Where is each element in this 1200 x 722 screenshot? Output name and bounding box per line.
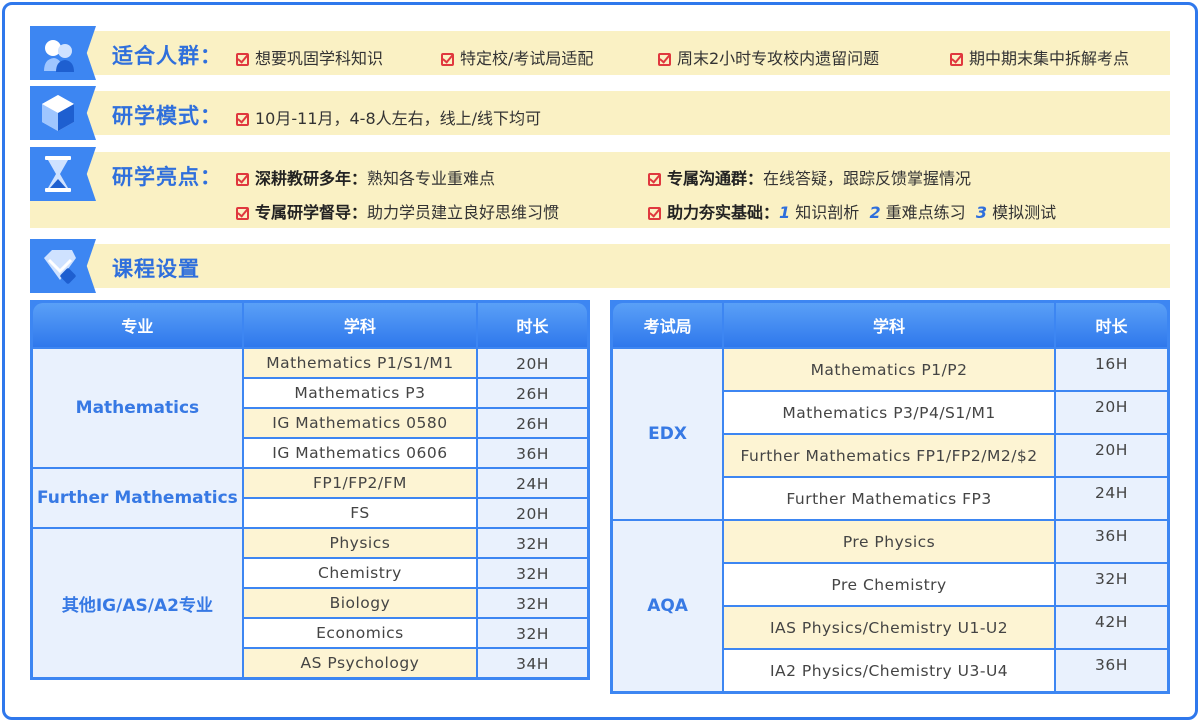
subject-cell: Mathematics P3: [243, 379, 477, 407]
checkbox-icon: [658, 53, 671, 66]
subject-cell: Mathematics P1/P2: [724, 349, 1054, 390]
audience-title: 适合人群：: [112, 44, 222, 68]
people-icon: [44, 40, 74, 72]
checkbox-icon: [648, 173, 661, 186]
duration-cell: 42H: [1055, 607, 1167, 648]
header-major: 专业: [33, 303, 242, 347]
highlight-item: 助力夯实基础：1 知识剖析 2 重难点练习 3 模拟测试: [648, 199, 1056, 223]
audience-icon-tab: [30, 26, 96, 80]
subject-cell: Further Mathematics FP1/FP2/M2/$2: [724, 435, 1054, 476]
header-duration: 时长: [478, 303, 587, 347]
subject-cell: Biology: [243, 589, 477, 617]
mode-title: 研学模式：: [112, 104, 222, 128]
course-table-boards: 考试局 学科 时长 EDX Mathematics P1/P2 16H Mathema…: [610, 300, 1170, 694]
duration-cell: 36H: [1055, 521, 1167, 562]
subject-cell: Mathematics P3/P4/S1/M1: [724, 392, 1054, 433]
duration-cell: 36H: [1055, 650, 1167, 691]
highlights-icon-tab: [30, 147, 96, 201]
diamond-badge-icon: [44, 250, 76, 284]
table-row: Further Mathematics FP1/FP2/FM 24H: [33, 469, 587, 527]
subject-cell: Pre Chemistry: [724, 564, 1054, 605]
subject-cell: Mathematics P1/S1/M1: [243, 349, 477, 377]
checkbox-icon: [236, 53, 249, 66]
highlight-item: 专属沟通群：在线答疑，跟踪反馈掌握情况: [648, 165, 971, 189]
highlights-title: 研学亮点：: [112, 165, 222, 189]
checkbox-icon: [950, 53, 963, 66]
header-duration: 时长: [1055, 303, 1167, 347]
highlight-item: 专属研学督导：助力学员建立良好思维习惯: [236, 199, 559, 223]
subject-cell: AS Psychology: [243, 649, 477, 677]
subject-cell: IG Mathematics 0580: [243, 409, 477, 437]
mode-text: 10月-11月，4-8人左右，线上/线下均可: [236, 105, 541, 129]
duration-cell: 26H: [478, 379, 587, 407]
subject-cell: FS: [243, 499, 477, 527]
duration-cell: 32H: [478, 559, 587, 587]
checkbox-icon: [648, 207, 661, 220]
group-name-cell: 其他IG/AS/A2专业: [33, 529, 242, 677]
audience-item: 周末2小时专攻校内遗留问题: [658, 45, 879, 69]
duration-cell: 32H: [1055, 564, 1167, 605]
group-name-cell: Mathematics: [33, 349, 242, 467]
table-row: 其他IG/AS/A2专业 Physics 32H: [33, 529, 587, 677]
highlight-item: 深耕教研多年：熟知各专业重难点: [236, 165, 495, 189]
duration-cell: 24H: [478, 469, 587, 497]
duration-cell: 36H: [478, 439, 587, 467]
checkbox-icon: [236, 207, 249, 220]
table-row: EDX Mathematics P1/P2 16H: [613, 349, 1167, 519]
checkbox-icon: [236, 173, 249, 186]
duration-cell: 20H: [1055, 435, 1167, 476]
duration-cell: 16H: [1055, 349, 1167, 390]
group-name-cell: EDX: [613, 349, 723, 519]
duration-cell: 32H: [478, 529, 587, 557]
table-row: AQA Pre Physics 36H: [613, 521, 1167, 691]
subject-cell: IA2 Physics/Chemistry U3-U4: [724, 650, 1054, 691]
audience-item: 特定校/考试局适配: [441, 45, 593, 69]
group-name-cell: Further Mathematics: [33, 469, 242, 527]
duration-cell: 26H: [478, 409, 587, 437]
course-table-majors: 专业 学科 时长 Mathematics Mathematics P1/S1/M1…: [30, 300, 590, 680]
subject-cell: IG Mathematics 0606: [243, 439, 477, 467]
subject-cell: Further Mathematics FP3: [724, 478, 1054, 519]
group-name-cell: AQA: [613, 521, 723, 691]
table-row: Mathematics Mathematics P1/S1/M1 20H: [33, 349, 587, 467]
course-title: 课程设置: [112, 257, 200, 281]
subject-cell: IAS Physics/Chemistry U1-U2: [724, 607, 1054, 648]
checkbox-icon: [236, 113, 249, 126]
duration-cell: 34H: [478, 649, 587, 677]
subject-cell: Physics: [243, 529, 477, 557]
mode-icon-tab: [30, 86, 96, 140]
course-icon-tab: [30, 239, 96, 293]
cube-icon: [42, 95, 74, 131]
duration-cell: 32H: [478, 619, 587, 647]
hourglass-icon: [45, 156, 71, 192]
duration-cell: 32H: [478, 589, 587, 617]
subject-cell: Pre Physics: [724, 521, 1054, 562]
header-subject: 学科: [724, 303, 1054, 347]
audience-item: 想要巩固学科知识: [236, 45, 383, 69]
course-bar: [30, 244, 1170, 288]
duration-cell: 20H: [478, 499, 587, 527]
checkbox-icon: [441, 53, 454, 66]
subject-cell: Chemistry: [243, 559, 477, 587]
duration-cell: 24H: [1055, 478, 1167, 519]
subject-cell: Economics: [243, 619, 477, 647]
duration-cell: 20H: [1055, 392, 1167, 433]
header-subject: 学科: [243, 303, 477, 347]
audience-item: 期中期末集中拆解考点: [950, 45, 1129, 69]
duration-cell: 20H: [478, 349, 587, 377]
header-board: 考试局: [613, 303, 723, 347]
subject-cell: FP1/FP2/FM: [243, 469, 477, 497]
